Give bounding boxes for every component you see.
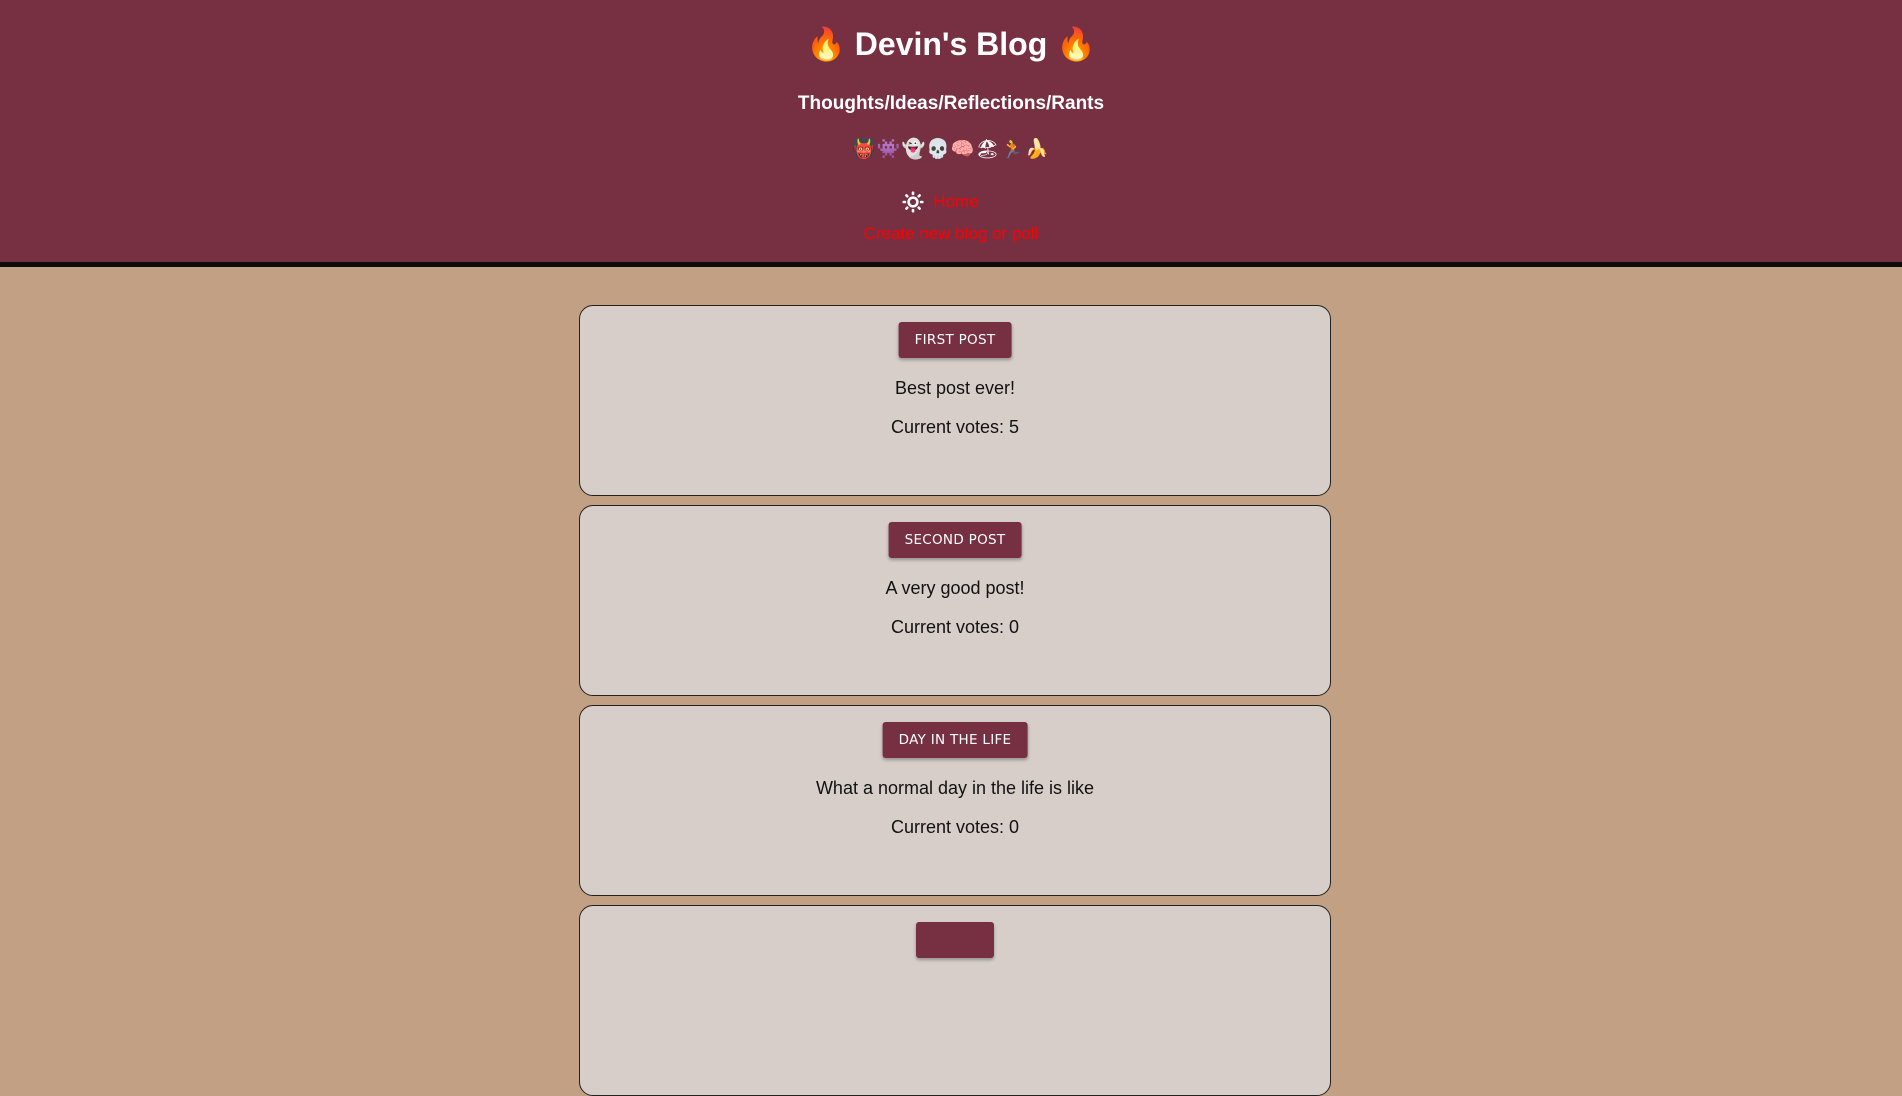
main-nav: Home <box>0 188 1902 216</box>
post-card: First Post Best post ever! Current votes… <box>579 305 1331 496</box>
post-description: Best post ever! <box>894 378 1016 398</box>
create-nav: Create new blog or poll <box>0 223 1902 246</box>
post-votes: Current votes: 0 <box>890 817 1020 837</box>
site-header: 🔥 Devin's Blog 🔥 Thoughts/Ideas/Reflecti… <box>0 0 1902 267</box>
post-title-button[interactable] <box>916 922 994 958</box>
post-title-button[interactable]: Second Post <box>888 522 1022 558</box>
post-card: Second Post A very good post! Current vo… <box>579 505 1331 696</box>
nav-home-link[interactable]: Home <box>933 192 978 212</box>
emoji-row: 👹👾👻💀🧠🏖🏃🍌 <box>852 139 1050 160</box>
post-votes: Current votes: 0 <box>890 617 1020 637</box>
post-title-button[interactable]: First Post <box>898 322 1012 358</box>
site-subtitle: Thoughts/Ideas/Reflections/Rants <box>797 93 1105 114</box>
post-title-button[interactable]: Day in the life <box>882 722 1028 758</box>
nav-create-link[interactable]: Create new blog or poll <box>864 224 1039 243</box>
site-title: 🔥 Devin's Blog 🔥 <box>806 26 1096 62</box>
post-votes: Current votes: 5 <box>890 417 1020 437</box>
sun-icon[interactable] <box>901 190 925 214</box>
post-card <box>579 905 1331 1096</box>
post-card: Day in the life What a normal day in the… <box>579 705 1331 896</box>
post-description: What a normal day in the life is like <box>815 778 1095 798</box>
post-description: A very good post! <box>885 578 1025 598</box>
